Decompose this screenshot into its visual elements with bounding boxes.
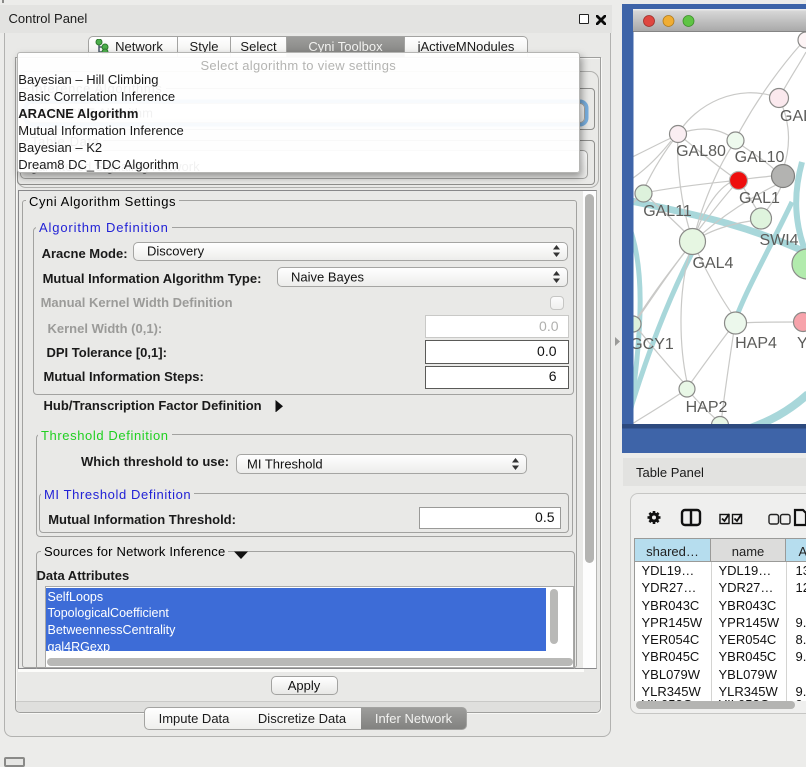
svg-text:GAL1: GAL1	[739, 190, 780, 207]
svg-text:GAL11: GAL11	[643, 203, 692, 220]
svg-text:GAL10: GAL10	[735, 149, 785, 166]
svg-text:Y: Y	[797, 335, 806, 352]
svg-text:GAL4: GAL4	[693, 255, 734, 272]
svg-text:GAL: GAL	[780, 108, 806, 125]
svg-text:GCY1: GCY1	[630, 336, 674, 353]
svg-text:SWI4: SWI4	[759, 232, 798, 249]
svg-text:HAP2: HAP2	[686, 399, 728, 416]
svg-text:GAL80: GAL80	[676, 143, 726, 160]
svg-text:HAP4: HAP4	[735, 335, 777, 352]
